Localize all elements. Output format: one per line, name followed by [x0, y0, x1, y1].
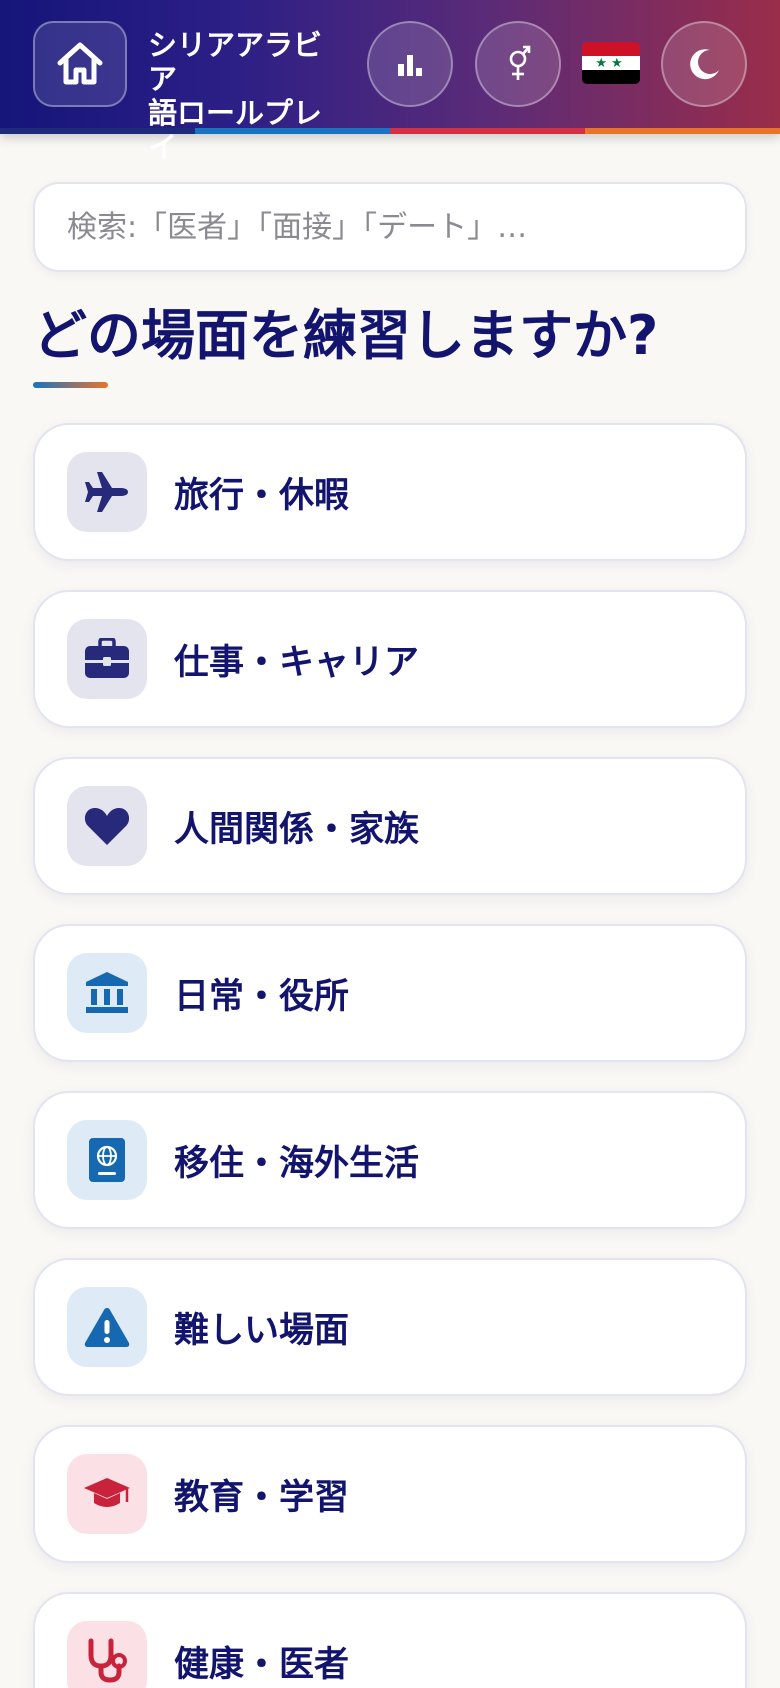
passport-icon: [67, 1120, 147, 1200]
category-card-living-abroad[interactable]: 移住・海外生活: [33, 1091, 747, 1229]
category-card-difficult-situations[interactable]: 難しい場面: [33, 1258, 747, 1396]
airplane-icon: [67, 452, 147, 532]
app-title: シリアアラビア 語ロールプレイ: [148, 28, 323, 164]
moon-icon: [690, 49, 719, 80]
search-input[interactable]: [33, 182, 747, 272]
warning-icon: [67, 1287, 147, 1367]
category-label: 移住・海外生活: [174, 1143, 420, 1184]
gender-button[interactable]: [475, 21, 561, 107]
category-card-travel[interactable]: 旅行・休暇: [33, 423, 747, 561]
category-card-education[interactable]: 教育・学習: [33, 1425, 747, 1563]
app-header: シリアアラビア 語ロールプレイ ★★: [0, 0, 780, 164]
category-label: 仕事・キャリア: [174, 642, 420, 683]
stats-button[interactable]: [367, 21, 453, 107]
category-label: 旅行・休暇: [174, 475, 350, 516]
home-icon: [57, 42, 103, 85]
title-underline: [33, 382, 108, 388]
category-label: 日常・役所: [174, 976, 350, 1017]
bar-chart-icon: [398, 55, 422, 76]
graduation-cap-icon: [67, 1454, 147, 1534]
category-card-health[interactable]: 健康・医者: [33, 1592, 747, 1688]
syria-flag-icon[interactable]: ★★: [582, 42, 640, 84]
heart-icon: [67, 786, 147, 866]
government-building-icon: [67, 953, 147, 1033]
category-card-relationships[interactable]: 人間関係・家族: [33, 757, 747, 895]
category-label: 教育・学習: [174, 1477, 350, 1518]
page-title: どの場面を練習しますか?: [33, 304, 659, 367]
category-label: 健康・医者: [174, 1644, 350, 1685]
home-button[interactable]: [33, 21, 127, 107]
gender-icon: [509, 45, 531, 80]
briefcase-icon: [67, 619, 147, 699]
category-card-daily-life[interactable]: 日常・役所: [33, 924, 747, 1062]
category-card-work[interactable]: 仕事・キャリア: [33, 590, 747, 728]
header-stripe: [0, 128, 780, 134]
category-label: 人間関係・家族: [174, 809, 420, 850]
stethoscope-icon: [67, 1621, 147, 1688]
theme-toggle-button[interactable]: [661, 21, 747, 107]
category-label: 難しい場面: [174, 1310, 350, 1351]
